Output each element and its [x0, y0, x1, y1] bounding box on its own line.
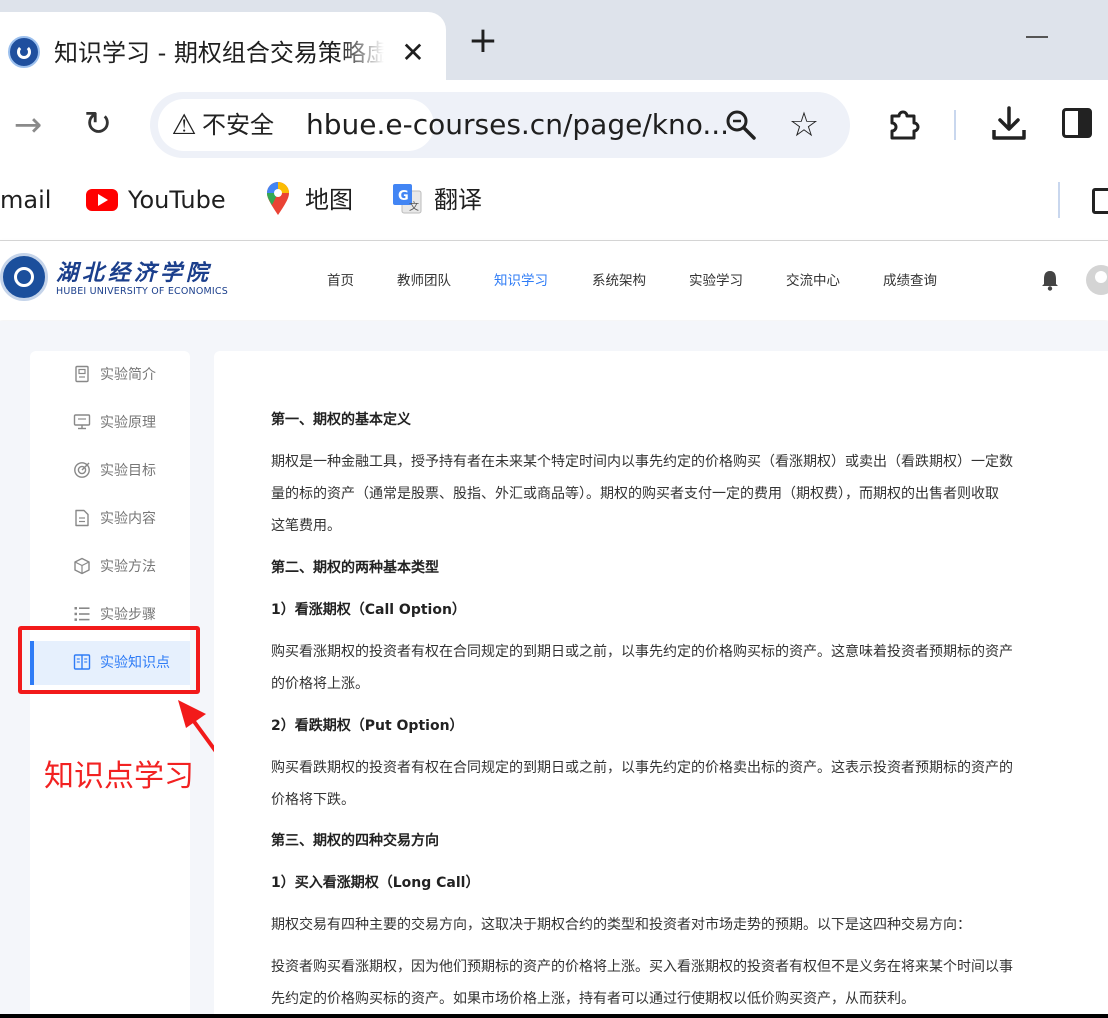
article-subheading: 1）看涨期权（Call Option）: [271, 602, 466, 618]
tab-title: 知识学习 - 期权组合交易策略虚: [54, 38, 384, 68]
sidebar-item-goal[interactable]: 实验目标: [30, 449, 190, 493]
nav-home[interactable]: 首页: [327, 271, 354, 291]
content-area: 实验简介 实验原理 实验目标 实验内容 实验方法 实验步骤 实验知识点 知识点学…: [0, 321, 1108, 1014]
security-label: 不安全: [202, 111, 274, 139]
nav-grade-query[interactable]: 成绩查询: [883, 271, 937, 291]
browser-window: 知识学习 - 期权组合交易策略虚 ✕ + → ↻ ⚠ 不安全 hbue.e-co…: [0, 0, 1108, 1014]
nav-teacher-team[interactable]: 教师团队: [397, 271, 451, 291]
warning-triangle-icon: ⚠: [171, 108, 197, 141]
sidebar-item-method[interactable]: 实验方法: [30, 545, 190, 589]
article-paragraph-line: 的价格将上涨。: [271, 676, 369, 692]
sidebar-item-label: 实验步骤: [100, 607, 156, 623]
site-header: 湖北经济学院 HUBEI UNIVERSITY OF ECONOMICS 首页 …: [0, 241, 1108, 320]
file-text-icon: [75, 509, 89, 527]
article-paragraph-line: 期权是一种金融工具，授予持有者在未来某个特定时间内以事先约定的价格购买（看涨期权…: [271, 454, 1013, 470]
youtube-icon[interactable]: [86, 189, 118, 211]
bookmark-star-icon[interactable]: ☆: [786, 106, 822, 144]
bookmarks-bar: mail YouTube 地图 G 文 翻译: [0, 172, 1108, 241]
browser-toolbar: → ↻ ⚠ 不安全 hbue.e-courses.cn/page/kno... …: [0, 80, 1108, 172]
active-tab[interactable]: 知识学习 - 期权组合交易策略虚 ✕: [0, 12, 446, 80]
side-panel-icon[interactable]: [1062, 108, 1092, 138]
article-paragraph-line: 先约定的价格购买标的资产。如果市场价格上涨，持有者可以通过行使期权以低价购买资产…: [271, 991, 915, 1007]
monitor-icon: [73, 414, 91, 430]
article-paragraph-line: 价格将下跌。: [271, 792, 355, 808]
article-heading: 第二、期权的两种基本类型: [271, 560, 439, 576]
university-seal-icon[interactable]: [0, 253, 48, 301]
nav-knowledge-learning[interactable]: 知识学习: [494, 271, 548, 291]
document-icon: [75, 365, 89, 383]
sidebar-item-label: 实验简介: [100, 367, 156, 383]
list-icon: [74, 607, 90, 621]
translate-icon[interactable]: G 文: [392, 183, 422, 215]
url-text[interactable]: hbue.e-courses.cn/page/kno...: [306, 108, 729, 142]
article-paragraph-line: 这笔费用。: [271, 518, 341, 534]
article-subheading: 1）买入看涨期权（Long Call）: [271, 875, 480, 891]
extensions-puzzle-icon[interactable]: [884, 104, 924, 144]
zoom-magnifier-icon[interactable]: [724, 108, 758, 142]
target-icon: [74, 462, 90, 478]
nav-communication-center[interactable]: 交流中心: [786, 271, 840, 291]
tab-strip: 知识学习 - 期权组合交易策略虚 ✕ +: [0, 0, 1108, 80]
sidebar-item-intro[interactable]: 实验简介: [30, 353, 190, 397]
sidebar-item-label: 实验内容: [100, 511, 156, 527]
bookmark-translate[interactable]: 翻译: [434, 184, 482, 216]
logo-english-name[interactable]: HUBEI UNIVERSITY OF ECONOMICS: [56, 286, 228, 297]
notification-bell-icon[interactable]: [1040, 269, 1060, 291]
forward-arrow-icon[interactable]: →: [10, 106, 46, 144]
sidebar-item-label: 实验目标: [100, 463, 156, 479]
bookmark-maps[interactable]: 地图: [305, 184, 353, 216]
article-paragraph-line: 投资者购买看涨期权，因为他们预期标的资产的价格将上涨。买入看涨期权的投资者有权但…: [271, 959, 1013, 975]
article-paragraph-line: 购买看涨期权的投资者有权在合同规定的到期日或之前，以事先约定的价格购买标的资产。…: [271, 644, 1013, 660]
logo-chinese-name[interactable]: 湖北经济学院: [56, 255, 212, 287]
article-paragraph-line: 量的标的资产（通常是股票、股指、外汇或商品等）。期权的购买者支付一定的费用（期权…: [271, 486, 999, 502]
user-avatar[interactable]: [1086, 265, 1108, 295]
reload-icon[interactable]: ↻: [78, 104, 118, 144]
sidebar-item-principle[interactable]: 实验原理: [30, 401, 190, 445]
nav-system-architecture[interactable]: 系统架构: [592, 271, 646, 291]
bookmarks-folder-icon[interactable]: [1092, 188, 1108, 214]
maps-pin-icon[interactable]: [266, 182, 290, 216]
cube-icon: [74, 557, 90, 575]
knowledge-article: 第一、期权的基本定义 期权是一种金融工具，授予持有者在未来某个特定时间内以事先约…: [214, 351, 1108, 1014]
university-favicon-icon: [8, 36, 40, 68]
svg-text:文: 文: [409, 200, 419, 213]
address-bar[interactable]: ⚠ 不安全 hbue.e-courses.cn/page/kno... ☆: [150, 92, 850, 158]
article-paragraph-line: 购买看跌期权的投资者有权在合同规定的到期日或之前，以事先约定的价格卖出标的资产。…: [271, 760, 1013, 776]
annotation-highlight-box: [18, 626, 200, 694]
sidebar-item-label: 实验方法: [100, 559, 156, 575]
article-heading: 第一、期权的基本定义: [271, 412, 411, 428]
article-paragraph-line: 期权交易有四种主要的交易方向，这取决于期权合约的类型和投资者对市场走势的预期。以…: [271, 917, 971, 933]
svg-text:G: G: [398, 189, 409, 204]
nav-experiment-learning[interactable]: 实验学习: [689, 271, 743, 291]
article-subheading: 2）看跌期权（Put Option）: [271, 718, 464, 734]
download-icon[interactable]: [990, 104, 1028, 144]
minimize-window-icon[interactable]: [1026, 36, 1048, 38]
annotation-label: 知识点学习: [44, 759, 194, 794]
new-tab-button[interactable]: +: [466, 22, 500, 60]
bookmark-gmail[interactable]: mail: [0, 184, 51, 216]
toolbar-divider: [954, 110, 956, 140]
article-heading: 第三、期权的四种交易方向: [271, 833, 439, 849]
bookmark-youtube[interactable]: YouTube: [128, 184, 226, 216]
tab-close-icon[interactable]: ✕: [398, 36, 428, 70]
bookmarks-divider: [1058, 182, 1060, 218]
sidebar-item-content[interactable]: 实验内容: [30, 497, 190, 541]
sidebar-item-label: 实验原理: [100, 415, 156, 431]
